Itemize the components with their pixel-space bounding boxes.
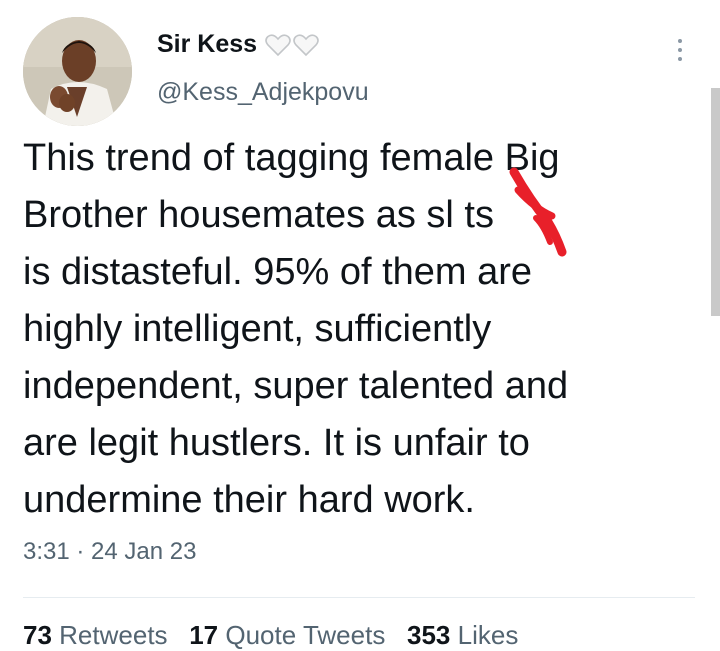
tweet-line: are legit hustlers. It is unfair to (23, 422, 530, 464)
tweet-line: highly intelligent, sufficiently (23, 308, 492, 350)
divider (23, 597, 695, 598)
likes-count[interactable]: 353 (407, 620, 450, 650)
tweet-stats: 73 Retweets 17 Quote Tweets 353 Likes (23, 620, 518, 651)
author-name-row: Sir Kess (157, 30, 319, 59)
white-heart-icon (293, 33, 319, 56)
tweet-line: Brother housemates as sl ts (23, 194, 494, 236)
tweet-line: independent, super talented and (23, 365, 569, 407)
badge-group (265, 33, 319, 57)
tweet-text: This trend of tagging female Big Brother… (23, 130, 693, 529)
tweet-line: is distasteful. 95% of them are (23, 251, 533, 293)
scrollbar[interactable] (711, 88, 720, 316)
tweet-line: undermine their hard work. (23, 479, 475, 521)
tweet-line: This trend of tagging female Big (23, 137, 560, 179)
quote-tweets-label[interactable]: Quote Tweets (225, 620, 385, 650)
tweet-timestamp[interactable]: 3:31 · 24 Jan 23 (23, 538, 196, 566)
white-heart-icon (265, 33, 291, 56)
retweets-label[interactable]: Retweets (59, 620, 167, 650)
avatar[interactable] (23, 17, 132, 126)
likes-label[interactable]: Likes (458, 620, 519, 650)
more-options-icon[interactable] (666, 30, 694, 70)
author-handle[interactable]: @Kess_Adjekpovu (157, 78, 369, 107)
quote-tweets-count[interactable]: 17 (189, 620, 218, 650)
retweets-count[interactable]: 73 (23, 620, 52, 650)
author-display-name[interactable]: Sir Kess (157, 30, 257, 59)
redaction-mark (509, 167, 567, 257)
